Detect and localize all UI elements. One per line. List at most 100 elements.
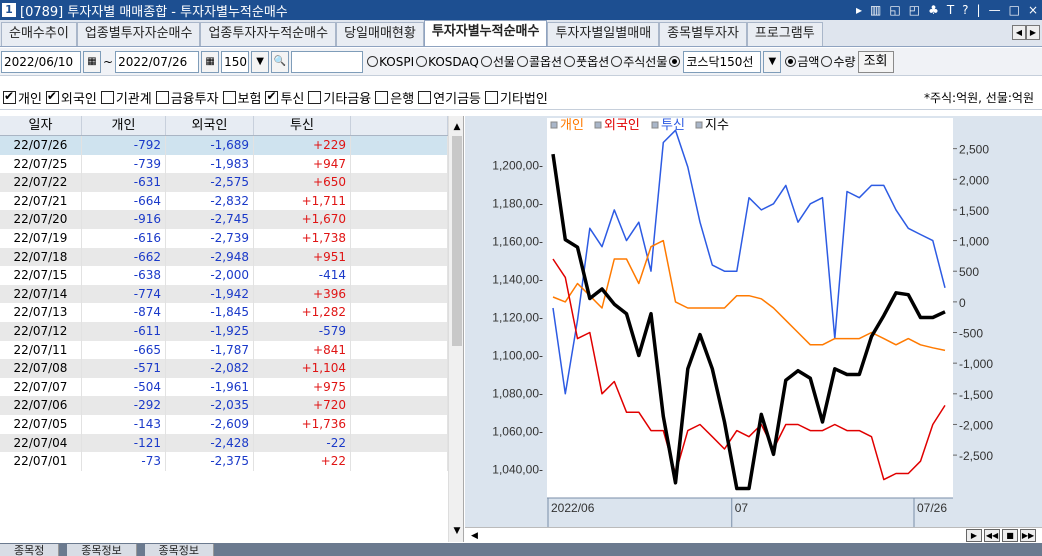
start-date-input[interactable]: 2022/06/10 [1, 50, 81, 73]
bottom-tab-1[interactable]: 종목정 [0, 544, 60, 556]
code-input[interactable] [291, 50, 364, 73]
count-dropdown-icon[interactable]: ▼ [251, 50, 270, 73]
table-row[interactable]: 22/07/07 -504 -1,961 +975 [0, 377, 448, 397]
start-calendar-icon[interactable]: ▦ [83, 50, 101, 73]
header-date[interactable]: 일자 [0, 116, 82, 135]
radio-kospi[interactable] [367, 56, 379, 67]
filter-institution[interactable]: 기관계 [100, 88, 152, 107]
end-calendar-icon[interactable]: ▦ [201, 50, 220, 73]
restore-icon[interactable]: ◱ [889, 3, 900, 17]
table-row[interactable]: 22/07/05 -143 -2,609 +1,736 [0, 414, 448, 434]
count-input[interactable]: 150 [221, 50, 250, 73]
header-individual[interactable]: 개인 [82, 116, 166, 135]
checkbox-other-corp[interactable] [485, 91, 498, 104]
checkbox-financial-investment[interactable] [155, 91, 169, 104]
filter-trust[interactable]: 투신 [265, 88, 304, 107]
table-row[interactable]: 22/07/20 -916 -2,745 +1,670 [0, 210, 448, 229]
table-vscroll[interactable]: ▲ ▼ [448, 116, 463, 542]
table-row[interactable]: 22/07/14 -774 -1,942 +396 [0, 284, 448, 304]
market-select[interactable]: 코스닥150선 [683, 50, 762, 73]
market-dropdown-icon[interactable]: ▼ [763, 50, 782, 73]
filter-bank[interactable]: 은행 [375, 88, 414, 107]
table-row[interactable]: 22/07/12 -611 -1,925 -579 [0, 321, 448, 341]
radio-call[interactable] [516, 56, 528, 67]
tab-investor-daily[interactable]: 투자자별일별매매 [547, 22, 660, 46]
chart-stop-icon[interactable]: ■ [1002, 529, 1018, 542]
table-row[interactable]: 22/07/25 -739 -1,983 +947 [0, 154, 448, 174]
layout-icon[interactable]: ▥ [870, 3, 881, 17]
radio-quantity[interactable] [821, 56, 833, 67]
radio-amount[interactable] [785, 56, 797, 67]
chart-next-icon[interactable]: ▶ [966, 529, 982, 542]
help-icon[interactable]: ? [962, 3, 968, 17]
maximize-icon[interactable]: □ [1009, 3, 1020, 17]
chart-nav: ▶ ◀◀ ■ ▶▶ [966, 529, 1036, 542]
table-row[interactable]: 22/07/13 -874 -1,845 +1,282 [0, 303, 448, 322]
filter-insurance[interactable]: 보험 [222, 88, 261, 107]
header-foreign[interactable]: 외국인 [166, 116, 254, 135]
cell-trust: +1,670 [254, 210, 351, 229]
scroll-up-icon[interactable]: ▲ [449, 119, 463, 135]
filter-other-corp[interactable]: 기타법인 [485, 88, 548, 107]
radio-stock-futures[interactable] [611, 56, 623, 67]
table-row[interactable]: 22/07/06 -292 -2,035 +720 [0, 396, 448, 415]
tab-program[interactable]: 프로그램투 [746, 22, 823, 46]
tab-sector-investor[interactable]: 업종별투자자순매수 [76, 22, 201, 46]
tab-today-trading[interactable]: 당일매매현황 [336, 22, 424, 46]
radio-futures[interactable] [480, 56, 492, 67]
chart-first-icon[interactable]: ◀◀ [984, 529, 1000, 542]
filter-individual[interactable]: 개인 [3, 88, 42, 107]
radio-put[interactable] [564, 56, 576, 67]
table-row[interactable]: 22/07/01 -73 -2,375 +22 [0, 452, 448, 471]
tab-investor-cumulative[interactable]: 투자자별누적순매수 [423, 20, 548, 46]
end-date-input[interactable]: 2022/07/26 [115, 50, 200, 73]
scroll-thumb[interactable] [452, 136, 462, 346]
filter-other-finance[interactable]: 기타금융 [308, 88, 371, 107]
radio-kosdaq[interactable] [416, 56, 428, 67]
pin-icon[interactable]: ♣ [928, 3, 939, 17]
close-icon[interactable]: × [1028, 3, 1038, 17]
checkbox-individual[interactable] [3, 89, 16, 104]
tab-net-buy-trend[interactable]: 순매수추이 [1, 22, 77, 46]
filter-financial-investment[interactable]: 금융투자 [155, 88, 219, 107]
bottom-tab-2[interactable]: 종목정보 [67, 544, 137, 556]
tab-prev-icon[interactable]: ◀ [1012, 25, 1026, 40]
tab-sector-cumulative[interactable]: 업종투자자누적순매수 [200, 22, 337, 46]
table-row[interactable]: 22/07/04 -121 -2,428 -22 [0, 433, 448, 453]
table-row[interactable]: 22/07/19 -616 -2,739 +1,738 [0, 228, 448, 248]
chart-hscroll[interactable]: ◀ ▶ ◀◀ ■ ▶▶ [465, 527, 1042, 543]
cell-date: 22/07/20 [0, 210, 82, 229]
arrow-icon[interactable]: ▸ [856, 3, 862, 17]
checkbox-trust[interactable] [265, 89, 279, 104]
radio-custom[interactable] [669, 56, 681, 67]
bottom-tab-3[interactable]: 종목정보 [144, 544, 214, 556]
checkbox-bank[interactable] [375, 91, 389, 104]
header-trust[interactable]: 투신 [254, 116, 351, 135]
checkbox-insurance[interactable] [222, 91, 236, 104]
checkbox-other-finance[interactable] [308, 91, 322, 104]
scroll-down-icon[interactable]: ▼ [449, 523, 463, 539]
minimize-icon[interactable]: — [989, 3, 1001, 17]
table-row[interactable]: 22/07/15 -638 -2,000 -414 [0, 266, 448, 285]
table-row[interactable]: 22/07/11 -665 -1,787 +841 [0, 340, 448, 360]
cell-empty [351, 340, 448, 360]
cell-individual: -665 [82, 340, 166, 360]
filter-foreign[interactable]: 외국인 [45, 88, 97, 107]
table-row[interactable]: 22/07/18 -662 -2,948 +951 [0, 247, 448, 267]
checkbox-pension[interactable] [418, 91, 432, 104]
table-row[interactable]: 22/07/26 -792 -1,689 +229 [0, 136, 448, 155]
tab-stock-investor[interactable]: 종목별투자자 [659, 22, 747, 46]
font-icon[interactable]: T [947, 3, 954, 17]
copy-icon[interactable]: ◰ [909, 3, 920, 17]
chart-last-icon[interactable]: ▶▶ [1020, 529, 1036, 542]
checkbox-foreign[interactable] [45, 89, 59, 104]
table-row[interactable]: 22/07/21 -664 -2,832 +1,711 [0, 191, 448, 211]
filter-pension[interactable]: 연기금등 [418, 88, 481, 107]
chart-scroll-left-icon[interactable]: ◀ [471, 528, 478, 544]
search-icon[interactable]: 🔍 [271, 50, 290, 73]
tab-next-icon[interactable]: ▶ [1026, 25, 1040, 40]
query-button[interactable]: 조회 [857, 50, 894, 73]
table-row[interactable]: 22/07/22 -631 -2,575 +650 [0, 173, 448, 192]
table-row[interactable]: 22/07/08 -571 -2,082 +1,104 [0, 359, 448, 378]
checkbox-institution[interactable] [100, 91, 114, 104]
